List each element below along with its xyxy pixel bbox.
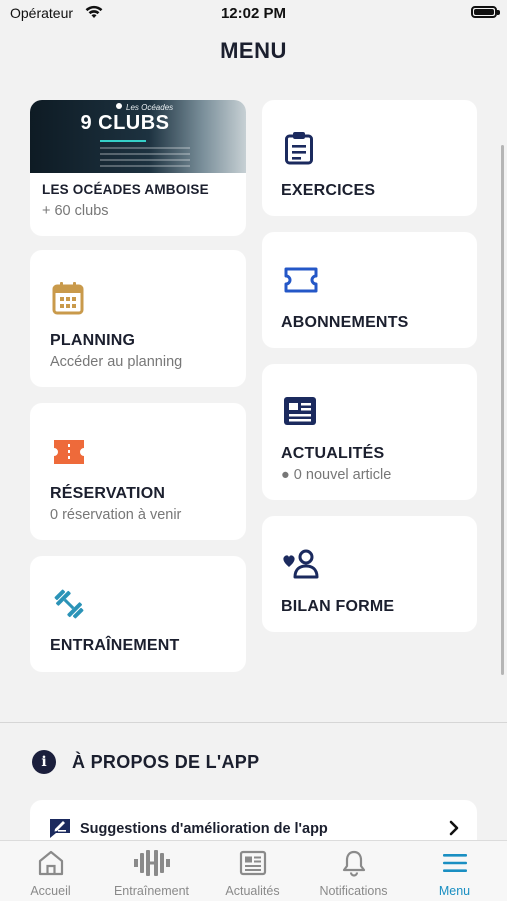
- chevron-right-icon: [449, 820, 459, 836]
- abonnements-card[interactable]: ABONNEMENTS: [262, 232, 477, 348]
- clock: 12:02 PM: [220, 5, 287, 22]
- tab-accueil[interactable]: Accueil: [0, 841, 101, 901]
- tab-label: Entraînement: [113, 884, 190, 898]
- battery-icon: [471, 6, 497, 18]
- clipboard-icon: [285, 132, 313, 165]
- reservation-card[interactable]: RÉSERVATION 0 réservation à venir: [30, 403, 246, 540]
- exercices-card[interactable]: EXERCICES: [262, 100, 477, 216]
- bilan-card[interactable]: BILAN FORME: [262, 516, 477, 632]
- dumbbell-icon: [54, 589, 84, 619]
- banner-title: 9 CLUBS: [80, 112, 170, 134]
- tab-label: Actualités: [225, 884, 280, 898]
- ticket-icon: [54, 440, 84, 464]
- actualites-card[interactable]: ACTUALITÉS ● 0 nouvel article: [262, 364, 477, 500]
- banner-fine-text: [100, 147, 190, 149]
- tab-entrainement[interactable]: Entraînement: [101, 841, 202, 901]
- about-title: À PROPOS DE L'APP: [72, 752, 260, 772]
- brand-logo-icon: [116, 103, 122, 109]
- actualites-subtitle: ● 0 nouvel article: [281, 467, 392, 483]
- club-title: LES OCÉADES AMBOISE: [42, 182, 209, 197]
- tab-actualites[interactable]: Actualités: [202, 841, 303, 901]
- tab-bar: Accueil Entraînement Actualités Notifica…: [0, 840, 507, 901]
- section-divider: [0, 722, 507, 723]
- home-icon: [38, 850, 63, 876]
- reservation-subtitle: 0 réservation à venir: [50, 507, 182, 523]
- banner-fine-text: [100, 153, 190, 155]
- reservation-title: RÉSERVATION: [50, 485, 166, 502]
- club-subtitle: + 60 clubs: [42, 203, 109, 219]
- club-banner-image: Les Océades 9 CLUBS: [30, 100, 246, 173]
- suggestions-label: Suggestions d'amélioration de l'app: [80, 821, 328, 837]
- actualites-title: ACTUALITÉS: [281, 445, 385, 462]
- menu-icon: [442, 854, 467, 872]
- tab-label: Menu: [438, 884, 471, 898]
- barbell-icon: [133, 850, 170, 876]
- heart-person-icon: [283, 549, 319, 579]
- tab-notifications[interactable]: Notifications: [303, 841, 404, 901]
- banner-fine-text: [100, 159, 190, 161]
- banner-brand: Les Océades: [126, 103, 174, 112]
- banner-rule: [100, 140, 146, 142]
- newspaper-icon: [284, 397, 316, 425]
- planning-subtitle: Accéder au planning: [50, 354, 183, 370]
- abonnements-title: ABONNEMENTS: [281, 314, 409, 331]
- info-icon: i: [32, 750, 56, 774]
- exercices-title: EXERCICES: [281, 182, 376, 199]
- status-bar: Opérateur 12:02 PM: [0, 0, 507, 28]
- tab-menu[interactable]: Menu: [404, 841, 505, 901]
- feedback-icon: [50, 819, 70, 838]
- bell-icon: [342, 850, 365, 877]
- banner-fine-text: [100, 165, 190, 167]
- pass-icon: [284, 267, 318, 293]
- planning-title: PLANNING: [50, 332, 136, 349]
- club-card[interactable]: Les Océades 9 CLUBS LES OCÉADES AMBOISE …: [30, 100, 246, 236]
- planning-card[interactable]: PLANNING Accéder au planning: [30, 250, 246, 387]
- entrainement-title: ENTRAÎNEMENT: [50, 637, 180, 654]
- calendar-icon: [52, 282, 84, 315]
- scrollbar[interactable]: [501, 145, 504, 675]
- tab-label: Notifications: [319, 884, 388, 898]
- tab-label: Accueil: [30, 884, 71, 898]
- newspaper-icon: [239, 850, 266, 876]
- page-title: MENU: [220, 38, 287, 63]
- entrainement-card[interactable]: ENTRAÎNEMENT: [30, 556, 246, 672]
- bilan-title: BILAN FORME: [281, 598, 395, 615]
- battery-nub: [497, 10, 500, 15]
